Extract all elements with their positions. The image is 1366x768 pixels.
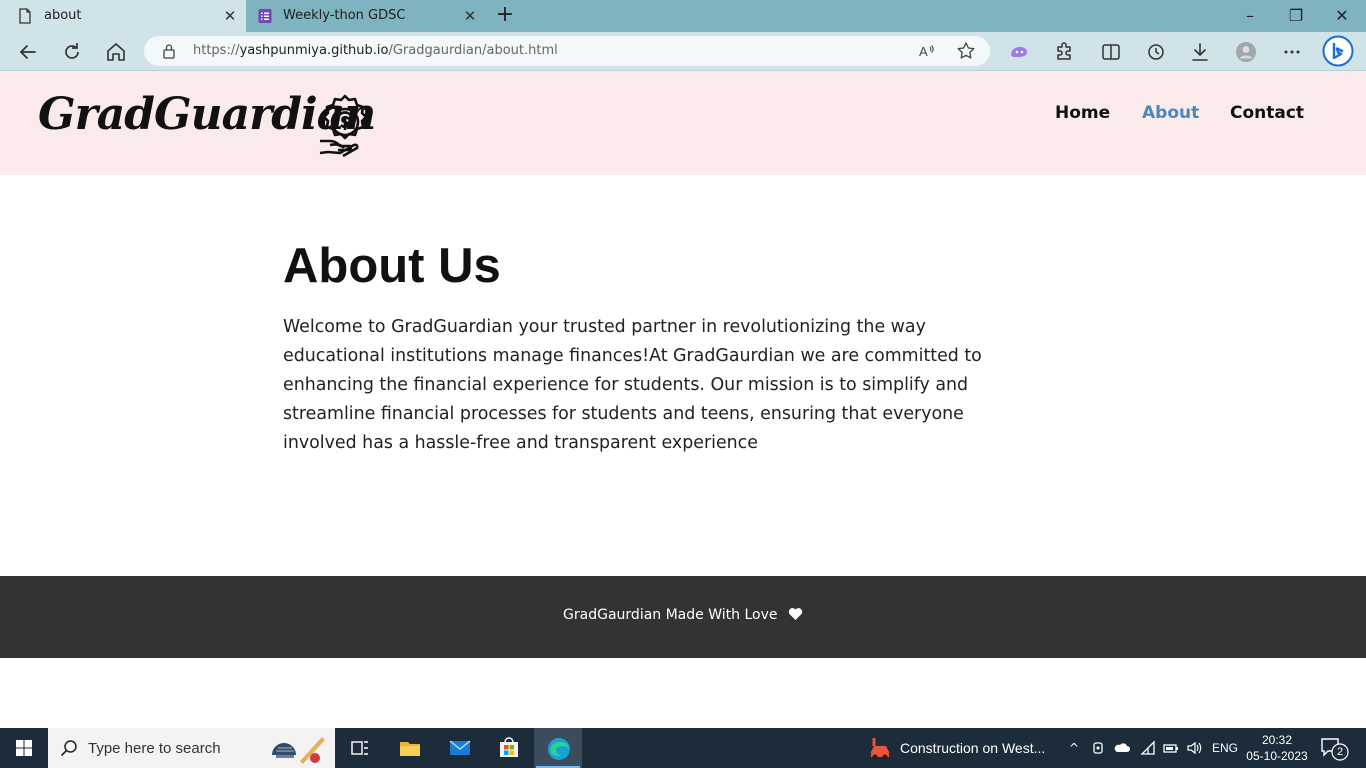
notifications-button[interactable]: 2	[1320, 737, 1350, 761]
file-explorer-button[interactable]	[386, 728, 434, 768]
task-view-button[interactable]	[336, 728, 384, 768]
mail-icon	[449, 740, 471, 755]
meet-icon[interactable]	[1091, 740, 1107, 756]
new-tab-button[interactable]: +	[494, 4, 516, 27]
tab-about[interactable]: about ✕	[0, 0, 246, 32]
windows-taskbar: Type here to search Construction on West…	[0, 728, 1366, 768]
tab-title: Weekly-thon GDSC	[283, 8, 406, 23]
puzzle-icon[interactable]	[1052, 40, 1076, 64]
clock-time: 20:32	[1261, 733, 1293, 747]
news-widget[interactable]: Construction on West...	[866, 728, 1056, 768]
download-icon[interactable]	[1188, 40, 1212, 64]
taskbar-search[interactable]: Type here to search	[48, 728, 335, 768]
minimize-icon[interactable]: –	[1240, 6, 1260, 26]
windows-start-icon[interactable]	[0, 728, 48, 768]
close-tab-icon[interactable]: ✕	[462, 8, 478, 24]
search-icon	[60, 740, 77, 757]
more-icon[interactable]	[1280, 40, 1304, 64]
about-paragraph: Welcome to GradGuardian your trusted par…	[283, 317, 982, 453]
task-view-icon	[351, 741, 368, 755]
money-gear-icon	[319, 94, 368, 157]
url-scheme: https://	[193, 43, 240, 58]
show-hidden-icons-icon[interactable]: ^	[1066, 740, 1082, 756]
language-indicator[interactable]: ENG	[1212, 741, 1238, 755]
nav-about-link[interactable]: About	[1142, 103, 1199, 123]
mail-button[interactable]	[436, 728, 484, 768]
search-placeholder: Type here to search	[88, 740, 221, 757]
site-header: GradGuardian Home About Contact	[0, 71, 1366, 175]
cricket-doodle-icon[interactable]	[262, 731, 330, 765]
edge-icon	[548, 738, 570, 760]
footer-text-row: GradGaurdian Made With Love	[0, 607, 1366, 623]
clock-date: 05-10-2023	[1246, 749, 1308, 763]
split-screen-icon[interactable]	[1099, 40, 1123, 64]
notification-icon	[1321, 738, 1349, 761]
avatar-icon[interactable]	[1234, 40, 1258, 64]
copilot-extension-icon[interactable]	[1007, 40, 1031, 64]
url-host: yashpunmiya.github.io	[239, 43, 389, 58]
folder-icon	[400, 742, 420, 756]
edge-button[interactable]	[534, 728, 582, 768]
notification-count: 2	[1336, 746, 1344, 758]
url-path: /Gradgaurdian/about.html	[388, 43, 558, 58]
lock-icon[interactable]	[162, 43, 176, 59]
news-headline: Construction on West...	[900, 740, 1046, 756]
browser-tab-strip: about ✕ Weekly-thon GDSC ✕ + – ❐ ✕	[0, 0, 1366, 32]
volume-icon[interactable]	[1186, 740, 1202, 756]
battery-icon[interactable]	[1163, 740, 1179, 756]
history-icon[interactable]	[1144, 40, 1168, 64]
page-icon	[19, 8, 31, 24]
close-tab-icon[interactable]: ✕	[222, 8, 238, 24]
refresh-icon[interactable]	[60, 40, 84, 64]
nav-home-link[interactable]: Home	[1055, 103, 1110, 123]
page-title: About Us	[283, 239, 501, 293]
browser-toolbar: https://yashpunmiya.github.io/Gradgaurdi…	[0, 32, 1366, 71]
tab-weekly-thon[interactable]: Weekly-thon GDSC ✕	[248, 0, 486, 32]
store-button[interactable]	[485, 728, 533, 768]
clock[interactable]: 20:32 05-10-2023	[1246, 732, 1308, 764]
footer-credit: GradGaurdian Made With Love	[563, 607, 778, 623]
url-text: https://yashpunmiya.github.io/Gradgaurdi…	[193, 43, 558, 58]
svg-text:A: A	[919, 44, 928, 59]
heart-icon	[788, 608, 803, 620]
onedrive-cloud-icon[interactable]	[1114, 740, 1130, 756]
bing-chat-icon[interactable]	[1322, 35, 1354, 67]
store-icon	[500, 737, 518, 757]
site-footer: GradGaurdian Made With Love	[0, 576, 1366, 658]
restore-icon[interactable]: ❐	[1286, 6, 1306, 26]
traffic-alert-icon	[871, 738, 889, 760]
forms-icon	[258, 9, 272, 23]
read-aloud-icon[interactable]: A	[916, 41, 936, 61]
close-window-icon[interactable]: ✕	[1332, 6, 1352, 26]
home-icon[interactable]	[104, 40, 128, 64]
address-bar[interactable]: https://yashpunmiya.github.io/Gradgaurdi…	[144, 36, 990, 66]
back-arrow-icon[interactable]	[16, 40, 40, 64]
wifi-icon[interactable]	[1140, 740, 1156, 756]
star-icon[interactable]	[956, 41, 976, 61]
nav-contact-link[interactable]: Contact	[1230, 103, 1304, 123]
tab-title: about	[44, 8, 82, 23]
